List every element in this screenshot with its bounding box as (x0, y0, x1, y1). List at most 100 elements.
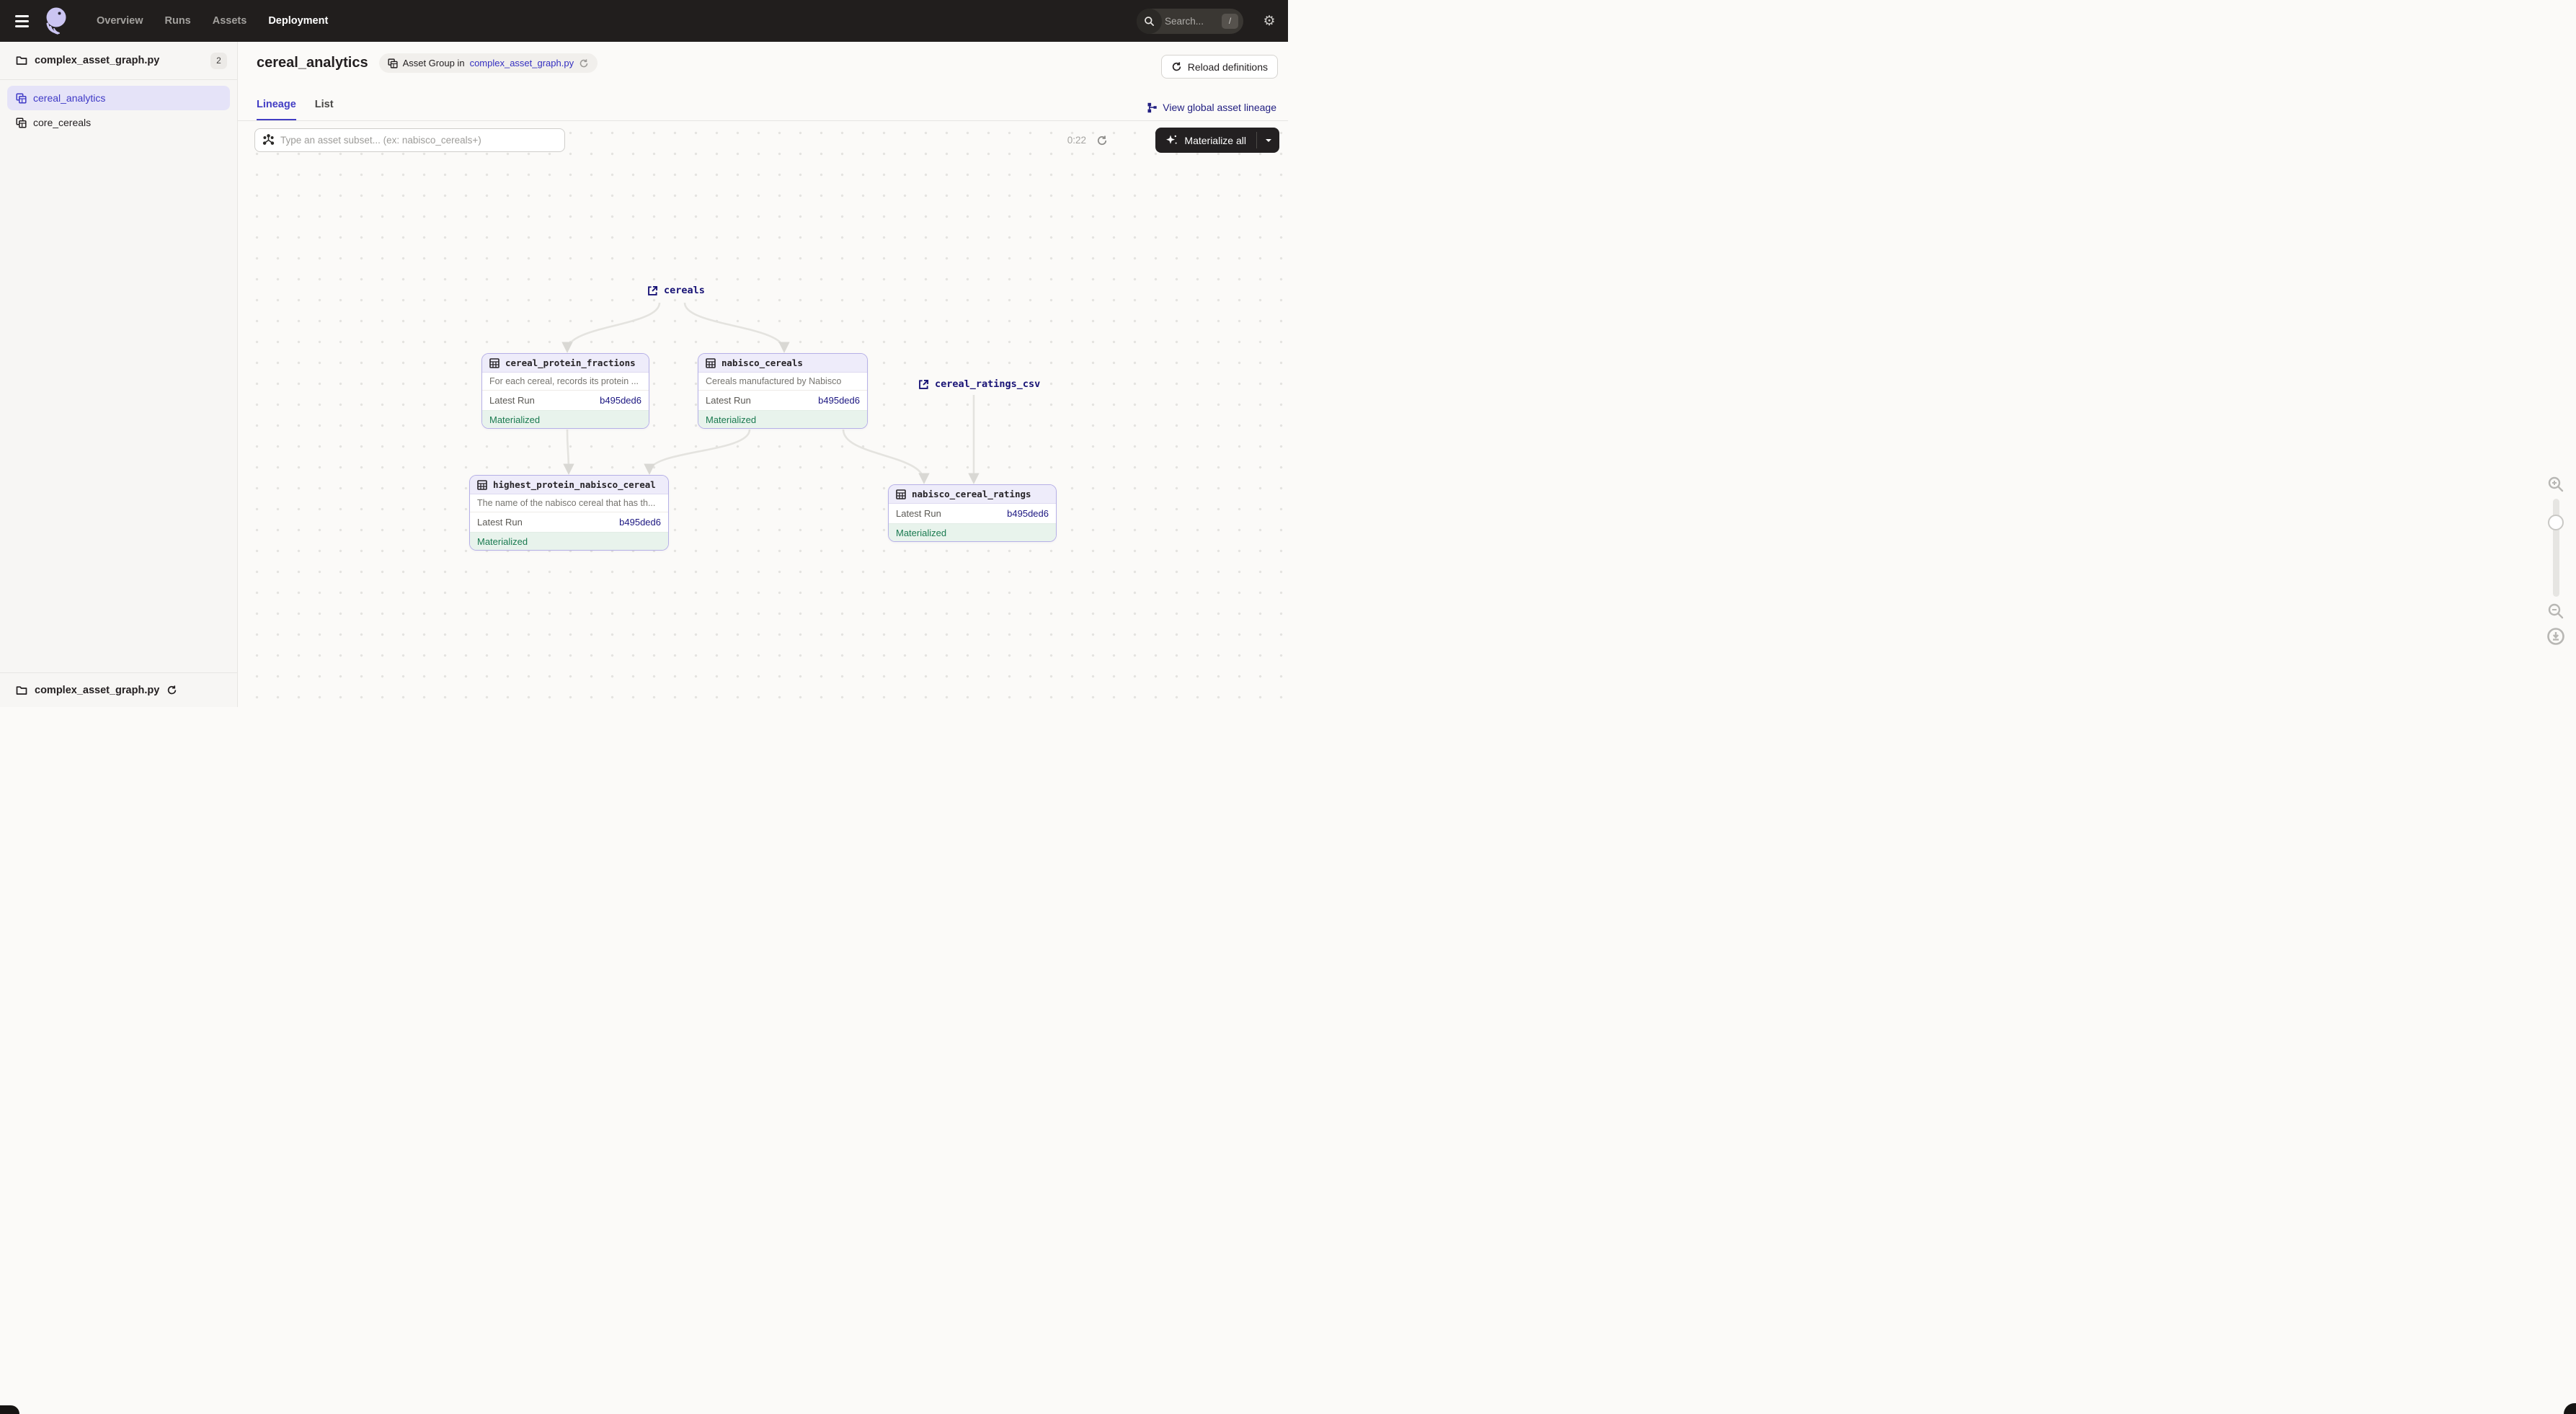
asset-name: cereal_protein_fractions (505, 357, 636, 368)
zoom-slider[interactable] (2553, 499, 2559, 597)
title-row: cereal_analytics Asset Group in complex_… (257, 53, 598, 73)
asset-node-header: highest_protein_nabisco_cereal (470, 476, 668, 494)
asset-group-context-pill: Asset Group in complex_asset_graph.py (379, 53, 598, 73)
materialize-all-main[interactable]: Materialize all (1155, 128, 1256, 153)
asset-name: nabisco_cereal_ratings (912, 489, 1031, 499)
external-asset-cereal-ratings-csv[interactable]: cereal_ratings_csv (918, 378, 1040, 390)
external-link-icon (918, 379, 929, 390)
external-asset-cereals[interactable]: cereals (647, 285, 705, 296)
view-global-asset-lineage-link[interactable]: View global asset lineage (1147, 102, 1276, 113)
reload-location-icon[interactable] (166, 685, 177, 695)
asset-subset-filter[interactable] (254, 128, 565, 152)
tab-list[interactable]: List (315, 99, 334, 120)
main-content: cereal_analytics Asset Group in complex_… (238, 42, 1288, 707)
table-icon (706, 358, 716, 368)
footer-code-location-name: complex_asset_graph.py (35, 685, 159, 696)
latest-run-label: Latest Run (477, 517, 523, 528)
reload-definitions-button[interactable]: Reload definitions (1161, 55, 1278, 79)
search-input[interactable] (1165, 16, 1215, 27)
external-asset-label: cereal_ratings_csv (935, 378, 1040, 390)
refresh-countdown: 0:22 (1067, 135, 1086, 146)
asset-subset-input[interactable] (280, 135, 557, 146)
code-location-link[interactable]: complex_asset_graph.py (470, 58, 574, 68)
page-title: cereal_analytics (257, 55, 368, 71)
latest-run-row: Latest Run b495ded6 (889, 504, 1056, 523)
asset-group-icon (388, 58, 398, 68)
asset-description: Cereals manufactured by Nabisco (698, 373, 867, 391)
sidebar-footer: complex_asset_graph.py (0, 672, 237, 707)
asset-group-icon (16, 117, 27, 128)
nav-item-overview[interactable]: Overview (97, 15, 143, 27)
asset-node-highest-protein-nabisco-cereal[interactable]: highest_protein_nabisco_cereal The name … (469, 475, 669, 551)
asset-node-cereal-protein-fractions[interactable]: cereal_protein_fractions For each cereal… (481, 353, 649, 429)
table-icon (477, 480, 487, 490)
refresh-icon[interactable] (1096, 135, 1108, 146)
zoom-slider-thumb[interactable] (2548, 515, 2564, 530)
refresh-timer-area: 0:22 (1067, 128, 1108, 152)
latest-run-label: Latest Run (706, 395, 751, 406)
asset-group-count-badge: 2 (210, 53, 227, 69)
asset-description: For each cereal, records its protein ... (482, 373, 649, 391)
global-search[interactable]: / (1137, 9, 1243, 34)
zoom-out-icon[interactable] (2547, 602, 2564, 620)
nav-item-deployment[interactable]: Deployment (268, 15, 328, 27)
materialize-all-label: Materialize all (1184, 135, 1246, 146)
code-location-name: complex_asset_graph.py (35, 55, 210, 66)
materialize-dropdown-caret[interactable] (1257, 128, 1279, 153)
reload-definitions-label: Reload definitions (1188, 61, 1268, 73)
materialize-all-button[interactable]: Materialize all (1155, 128, 1279, 153)
lineage-icon (1147, 102, 1158, 113)
reload-location-icon[interactable] (579, 58, 589, 68)
asset-node-nabisco-cereal-ratings[interactable]: nabisco_cereal_ratings Latest Run b495de… (888, 484, 1057, 542)
search-shortcut-badge: / (1222, 14, 1238, 29)
asset-description: The name of the nabisco cereal that has … (470, 494, 668, 512)
nav-item-assets[interactable]: Assets (213, 15, 247, 27)
sidebar-item-cereal-analytics[interactable]: cereal_analytics (7, 86, 230, 110)
run-id-link[interactable]: b495ded6 (600, 395, 641, 406)
asset-node-header: nabisco_cereals (698, 354, 867, 373)
asset-node-nabisco-cereals[interactable]: nabisco_cereals Cereals manufactured by … (698, 353, 868, 429)
materialized-status-badge: Materialized (470, 532, 668, 550)
materialized-status-badge: Materialized (698, 410, 867, 428)
table-icon (489, 358, 499, 368)
asset-group-icon (16, 93, 27, 104)
latest-run-row: Latest Run b495ded6 (482, 391, 649, 410)
latest-run-label: Latest Run (489, 395, 535, 406)
asset-node-header: cereal_protein_fractions (482, 354, 649, 373)
sidebar-item-core-cereals[interactable]: core_cereals (7, 110, 230, 135)
bottom-left-corner-shape (0, 1405, 19, 1414)
asset-group-header: cereal_analytics Asset Group in complex_… (238, 42, 1288, 121)
nav-item-runs[interactable]: Runs (165, 15, 191, 27)
asset-name: highest_protein_nabisco_cereal (493, 479, 656, 490)
graph-zoom-controls (2541, 476, 2570, 646)
dagster-logo-icon[interactable] (40, 5, 69, 37)
run-id-link[interactable]: b495ded6 (818, 395, 860, 406)
asset-lineage-graph[interactable]: 0:22 Materialize all cereals (238, 121, 1288, 707)
download-view-icon[interactable] (2546, 627, 2565, 646)
nav-links: Overview Runs Assets Deployment (97, 15, 328, 27)
folder-icon (16, 685, 27, 695)
top-navbar: Overview Runs Assets Deployment / ⚙ (0, 0, 1288, 42)
sparkle-icon (1165, 134, 1178, 146)
tab-lineage[interactable]: Lineage (257, 99, 296, 120)
bottom-right-corner-shape (2564, 1403, 2576, 1414)
sidebar-item-label: cereal_analytics (33, 92, 105, 104)
zoom-in-icon[interactable] (2547, 476, 2564, 493)
asset-node-header: nabisco_cereal_ratings (889, 485, 1056, 504)
latest-run-label: Latest Run (896, 508, 941, 519)
hamburger-menu-icon[interactable] (6, 0, 37, 42)
run-id-link[interactable]: b495ded6 (1007, 508, 1049, 519)
table-icon (896, 489, 906, 499)
context-prefix: Asset Group in (403, 58, 465, 68)
sidebar: complex_asset_graph.py 2 cereal_analytic… (0, 42, 238, 707)
sidebar-item-label: core_cereals (33, 117, 91, 128)
search-icon (1137, 9, 1162, 34)
folder-icon (16, 55, 27, 66)
latest-run-row: Latest Run b495ded6 (698, 391, 867, 410)
gear-icon[interactable]: ⚙ (1255, 0, 1284, 42)
sidebar-items: cereal_analytics core_cereals (0, 80, 237, 141)
run-id-link[interactable]: b495ded6 (619, 517, 661, 528)
asset-name: nabisco_cereals (721, 357, 803, 368)
latest-run-row: Latest Run b495ded6 (470, 512, 668, 532)
sidebar-code-location[interactable]: complex_asset_graph.py 2 (0, 42, 237, 79)
